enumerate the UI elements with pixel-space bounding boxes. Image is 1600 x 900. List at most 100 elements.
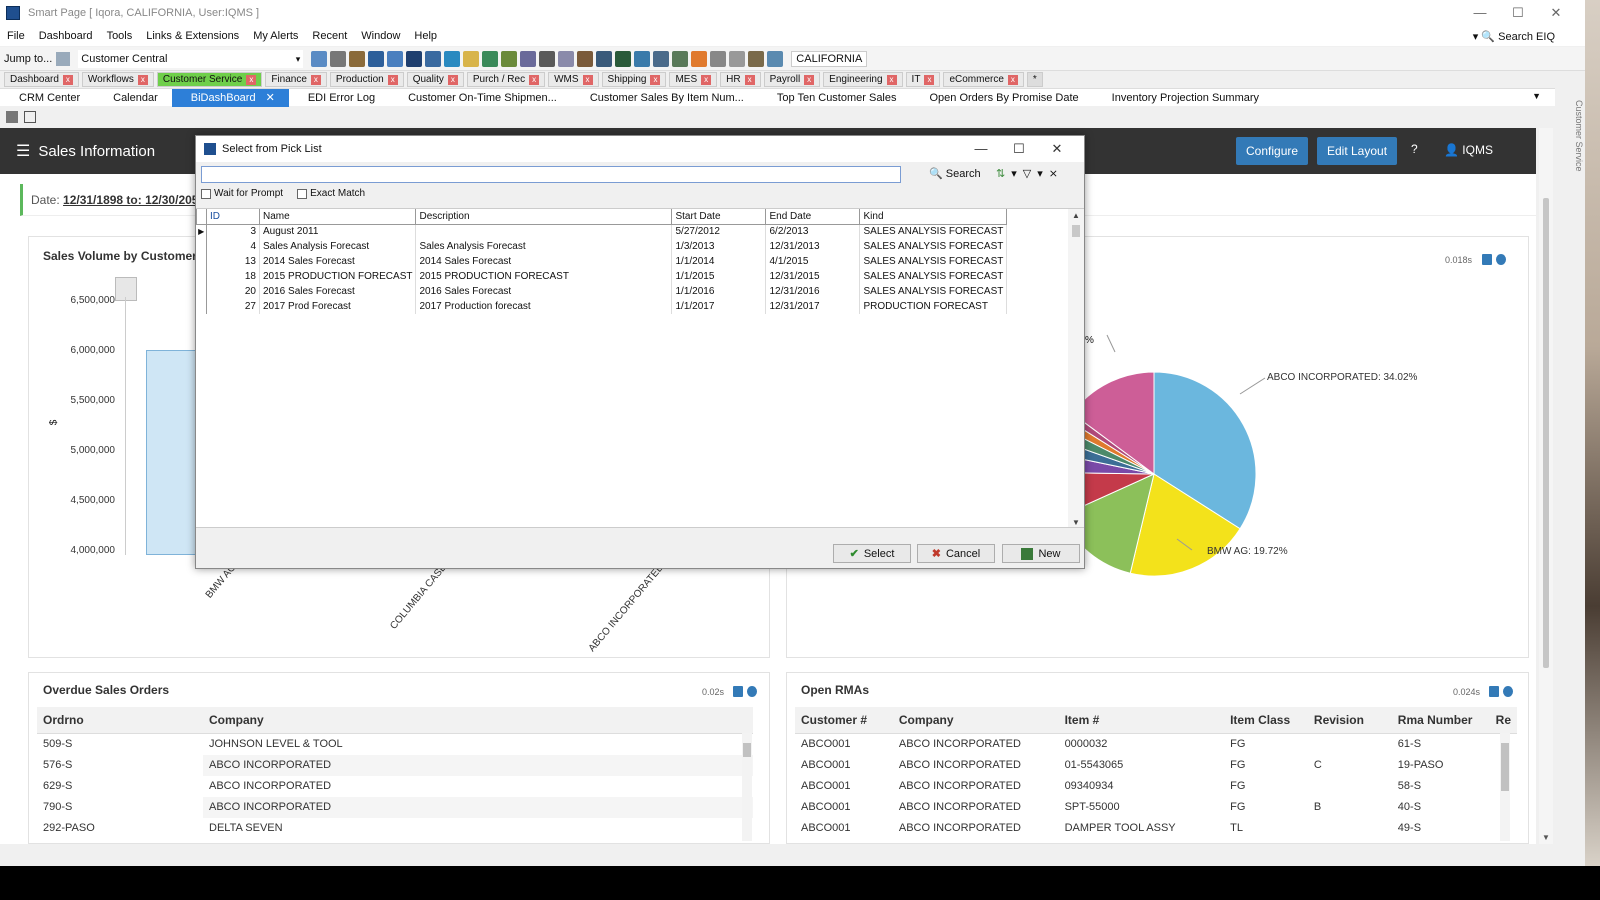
close-icon[interactable]: ✕	[1038, 136, 1076, 162]
module-tab-workflows[interactable]: Workflows x	[81, 72, 154, 87]
screen-icon[interactable]	[653, 50, 670, 67]
close-icon[interactable]: x	[310, 74, 321, 85]
module-tab-shipping[interactable]: Shipping x	[601, 72, 667, 87]
globe-icon[interactable]	[634, 50, 651, 67]
person-icon[interactable]	[577, 50, 594, 67]
copy-icon[interactable]	[24, 111, 36, 123]
close-icon[interactable]: x	[447, 74, 458, 85]
tab-top-ten[interactable]: Top Ten Customer Sales	[758, 89, 911, 107]
close-icon[interactable]: x	[744, 74, 755, 85]
module-tab-finance[interactable]: Finance x	[265, 72, 327, 87]
column-header[interactable]: Start Date	[671, 209, 767, 225]
tab-customer-sales-item[interactable]: Customer Sales By Item Num...	[571, 89, 758, 107]
close-icon[interactable]: x	[804, 74, 815, 85]
column-header[interactable]: Customer #	[795, 707, 893, 734]
tab-open-orders[interactable]: Open Orders By Promise Date	[911, 89, 1093, 107]
column-header[interactable]: Description	[415, 209, 673, 225]
note-icon[interactable]	[463, 50, 480, 67]
module-tab-engineering[interactable]: Engineering x	[823, 72, 903, 87]
module-tab-quality[interactable]: Quality x	[406, 72, 464, 87]
module-tab-hr[interactable]: HR x	[720, 72, 761, 87]
pencil-icon[interactable]	[767, 50, 784, 67]
column-header[interactable]: Company	[203, 707, 753, 734]
table-row[interactable]: ABCO001 ABCO INCORPORATED 0000032 FG 61-S	[795, 734, 1517, 755]
menu-dashboard[interactable]: Dashboard	[32, 30, 100, 42]
table-row[interactable]: 18 2015 PRODUCTION FORECAST 2015 PRODUCTIO…	[196, 269, 1008, 284]
table-row[interactable]: 790-S ABCO INCORPORATED	[37, 796, 753, 818]
column-header[interactable]: Company	[892, 707, 1059, 734]
window-icon[interactable]	[387, 50, 404, 67]
table-row[interactable]: 292-PASO DELTA SEVEN	[37, 818, 753, 839]
clear-filter-icon[interactable]: ⨯	[1049, 167, 1058, 180]
filter-icon[interactable]	[330, 50, 347, 67]
close-icon[interactable]: ✕	[266, 92, 275, 104]
chevron-up-icon[interactable]: ▲	[1072, 211, 1080, 220]
calendar-icon[interactable]	[558, 50, 575, 67]
table-row[interactable]: 13 2014 Sales Forecast 2014 Sales Forecast…	[196, 254, 1008, 269]
module-tab-it[interactable]: IT x	[905, 72, 941, 87]
link-icon[interactable]	[710, 50, 727, 67]
hamburger-icon[interactable]: ☰	[16, 141, 30, 161]
tab-inventory-projection[interactable]: Inventory Projection Summary	[1093, 89, 1273, 107]
select-button[interactable]: ✔ Select	[833, 544, 911, 563]
column-header[interactable]: Name	[258, 209, 417, 225]
scrollbar[interactable]	[742, 733, 752, 841]
search-input[interactable]	[201, 166, 901, 183]
menu-alerts[interactable]: My Alerts	[246, 30, 305, 42]
sort-icon[interactable]: ⇅	[996, 167, 1005, 180]
scrollbar-thumb[interactable]	[1543, 198, 1549, 668]
menu-tools[interactable]: Tools	[100, 30, 140, 42]
user-menu[interactable]: 👤 IQMS	[1444, 143, 1493, 157]
chevron-down-icon[interactable]: ▼	[1532, 91, 1541, 101]
chevron-down-icon[interactable]: ▾	[1011, 167, 1017, 180]
table-row[interactable]: 27 2017 Prod Forecast 2017 Production fore…	[196, 299, 1008, 314]
tab-customer-on-time[interactable]: Customer On-Time Shipmen...	[389, 89, 571, 107]
table-row[interactable]: 576-S ABCO INCORPORATED	[37, 754, 753, 776]
column-header[interactable]: Ordrno	[37, 707, 203, 734]
minimize-icon[interactable]: —	[962, 136, 1000, 162]
table-row[interactable]: ABCO001 ABCO INCORPORATED DAMPER TOOL ASSY…	[795, 818, 1517, 839]
menu-file[interactable]: File	[0, 30, 32, 42]
column-header[interactable]: Item Class	[1224, 707, 1308, 734]
column-header[interactable]: ID	[206, 209, 260, 225]
table-row[interactable]: 629-S ABCO INCORPORATED	[37, 776, 753, 797]
gear-icon[interactable]	[747, 686, 757, 697]
module-tab-customer-service[interactable]: Customer Service x	[156, 72, 263, 87]
tools-icon[interactable]	[501, 50, 518, 67]
maximize-icon[interactable]: ☐	[1499, 0, 1537, 26]
flow-icon[interactable]	[482, 50, 499, 67]
table-row[interactable]: 4 Sales Analysis Forecast Sales Analysis F…	[196, 239, 1008, 254]
document-icon[interactable]	[1489, 686, 1499, 697]
scrollbar-thumb[interactable]	[743, 743, 751, 757]
scrollbar[interactable]	[1500, 733, 1510, 841]
side-panel-label[interactable]: Customer Service	[1558, 90, 1584, 190]
scrollbar-thumb[interactable]	[1501, 743, 1509, 791]
tree-icon[interactable]	[672, 50, 689, 67]
grid-scrollbar[interactable]: ▲ ▼	[1068, 209, 1084, 527]
document-icon[interactable]	[733, 686, 743, 697]
menu-recent[interactable]: Recent	[305, 30, 354, 42]
menu-links[interactable]: Links & Extensions	[139, 30, 246, 42]
rss-icon[interactable]	[691, 50, 708, 67]
chart-icon[interactable]	[425, 50, 442, 67]
search-eiq[interactable]: ▾ 🔍 Search EIQ	[1473, 30, 1555, 43]
table-row[interactable]: 509-S JOHNSON LEVEL & TOOL	[37, 734, 753, 755]
module-tab-mes[interactable]: MES x	[669, 72, 718, 87]
wait-for-prompt-checkbox[interactable]: Wait for Prompt	[201, 188, 283, 199]
chevron-down-icon[interactable]: ▾	[1037, 167, 1043, 180]
help-icon[interactable]: ?	[1411, 142, 1418, 156]
table-row[interactable]: ABCO001 ABCO INCORPORATED 09340934 FG 58-S	[795, 776, 1517, 797]
close-icon[interactable]: x	[886, 74, 897, 85]
jump-to-combo[interactable]: Customer Central	[78, 49, 304, 68]
menu-window[interactable]: Window	[354, 30, 407, 42]
module-tab-production[interactable]: Production x	[329, 72, 404, 87]
close-icon[interactable]: x	[582, 74, 593, 85]
search-button[interactable]: 🔍 Search	[929, 167, 981, 180]
module-tab-ecommerce[interactable]: eCommerce x	[943, 72, 1024, 87]
module-tab-purch-rec[interactable]: Purch / Rec x	[466, 72, 546, 87]
column-header[interactable]: Rma Number	[1391, 707, 1490, 734]
table-row[interactable]: ▶ 3 August 2011 5/27/2012 6/2/2013 SALES ANAL…	[196, 224, 1008, 239]
edit-layout-button[interactable]: Edit Layout	[1317, 137, 1398, 165]
new-button[interactable]: New	[1002, 544, 1080, 563]
cancel-button[interactable]: ✖ Cancel	[917, 544, 995, 563]
